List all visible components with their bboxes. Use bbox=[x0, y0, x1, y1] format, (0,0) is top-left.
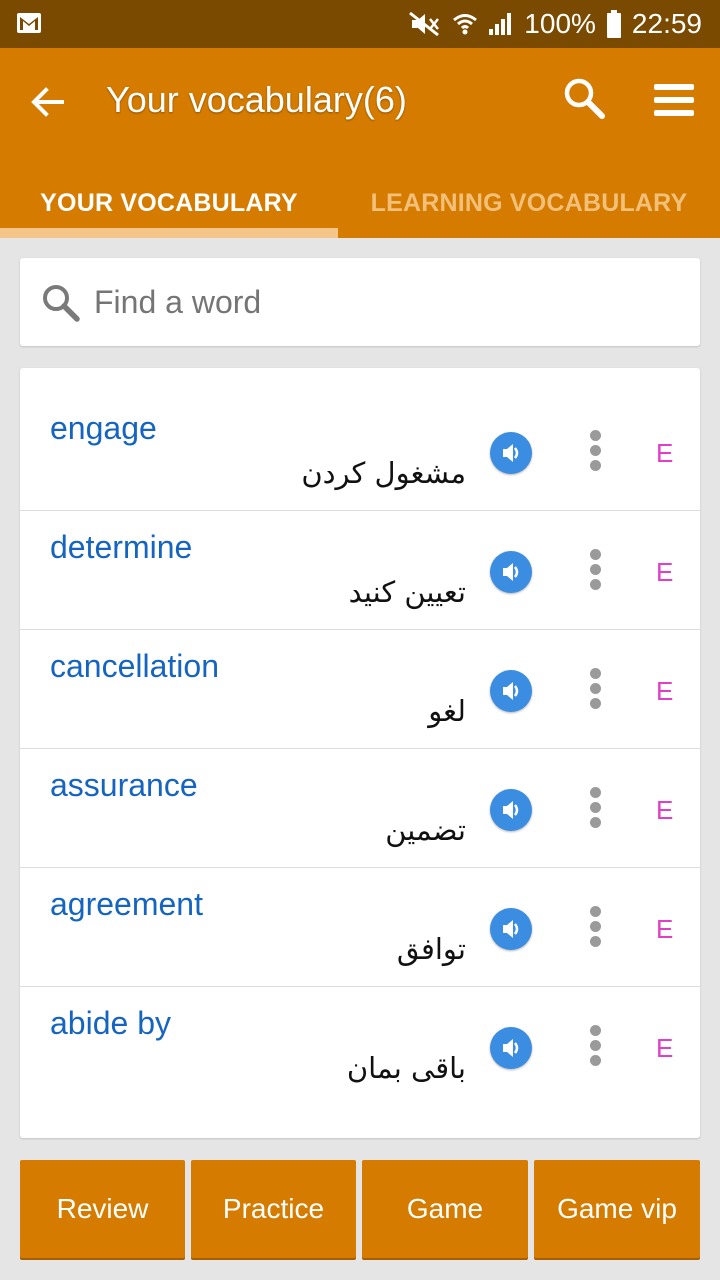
vocab-word: engage bbox=[50, 410, 157, 446]
vocab-translation: باقی بمان bbox=[346, 1051, 466, 1085]
app-bar: Your vocabulary(6) YOUR VOCABULARY LEARN… bbox=[0, 48, 720, 238]
speaker-icon[interactable] bbox=[490, 1027, 532, 1069]
vocab-translation: لغو bbox=[428, 694, 466, 728]
gmail-icon bbox=[16, 12, 42, 39]
game-vip-button[interactable]: Game vip bbox=[534, 1160, 700, 1258]
tab-indicator bbox=[0, 228, 338, 238]
more-vert-icon[interactable] bbox=[586, 549, 606, 591]
vocab-word: assurance bbox=[50, 767, 198, 803]
more-vert-icon[interactable] bbox=[586, 430, 606, 472]
speaker-icon[interactable] bbox=[490, 789, 532, 831]
speaker-icon[interactable] bbox=[490, 551, 532, 593]
vocab-translation: تعیین کنید bbox=[348, 575, 466, 609]
game-button[interactable]: Game bbox=[362, 1160, 528, 1258]
vocab-translation: مشغول کردن bbox=[301, 456, 466, 490]
level-badge: E bbox=[656, 557, 674, 587]
list-item[interactable]: assurance تضمین E bbox=[20, 749, 700, 868]
list-item[interactable]: cancellation لغو E bbox=[20, 630, 700, 749]
vocab-word: determine bbox=[50, 529, 193, 565]
search-icon[interactable] bbox=[562, 76, 608, 122]
vocab-word: abide by bbox=[50, 1005, 171, 1041]
more-vert-icon[interactable] bbox=[586, 787, 606, 829]
level-badge: E bbox=[656, 438, 674, 468]
speaker-icon[interactable] bbox=[490, 908, 532, 950]
more-vert-icon[interactable] bbox=[586, 906, 606, 948]
arrow-back-icon[interactable] bbox=[26, 80, 70, 124]
battery-text: 100% bbox=[524, 8, 596, 39]
tab-learning-vocabulary[interactable]: LEARNING VOCABULARY bbox=[338, 168, 720, 238]
level-badge: E bbox=[656, 914, 674, 944]
speaker-icon[interactable] bbox=[490, 670, 532, 712]
vocab-translation: تضمین bbox=[385, 813, 466, 847]
level-badge: E bbox=[656, 676, 674, 706]
clock: 22:59 bbox=[631, 8, 702, 39]
list-item[interactable]: engage مشغول کردن E bbox=[20, 392, 700, 511]
menu-icon[interactable] bbox=[652, 78, 696, 122]
signal-icon bbox=[488, 11, 514, 37]
status-bar: 100% 22:59 bbox=[0, 0, 720, 48]
list-item[interactable]: agreement توافق E bbox=[20, 868, 700, 987]
mute-icon bbox=[408, 11, 442, 37]
vocab-word: agreement bbox=[50, 886, 203, 922]
review-button[interactable]: Review bbox=[20, 1160, 185, 1258]
more-vert-icon[interactable] bbox=[586, 668, 606, 710]
speaker-icon[interactable] bbox=[490, 432, 532, 474]
search-box bbox=[20, 258, 700, 346]
vocabulary-list: engage مشغول کردن E determine تعیین کنید… bbox=[20, 368, 700, 1138]
search-field-icon bbox=[40, 282, 82, 324]
vocab-word: cancellation bbox=[50, 648, 219, 684]
level-badge: E bbox=[656, 1033, 674, 1063]
vocab-translation: توافق bbox=[396, 932, 466, 966]
page-title: Your vocabulary(6) bbox=[106, 79, 407, 120]
practice-button[interactable]: Practice bbox=[191, 1160, 356, 1258]
battery-icon bbox=[606, 10, 622, 38]
list-item[interactable]: determine تعیین کنید E bbox=[20, 511, 700, 630]
search-input[interactable] bbox=[94, 276, 674, 328]
more-vert-icon[interactable] bbox=[586, 1025, 606, 1067]
level-badge: E bbox=[656, 795, 674, 825]
list-item[interactable]: abide by باقی بمان E bbox=[20, 987, 700, 1106]
wifi-icon bbox=[452, 11, 478, 37]
